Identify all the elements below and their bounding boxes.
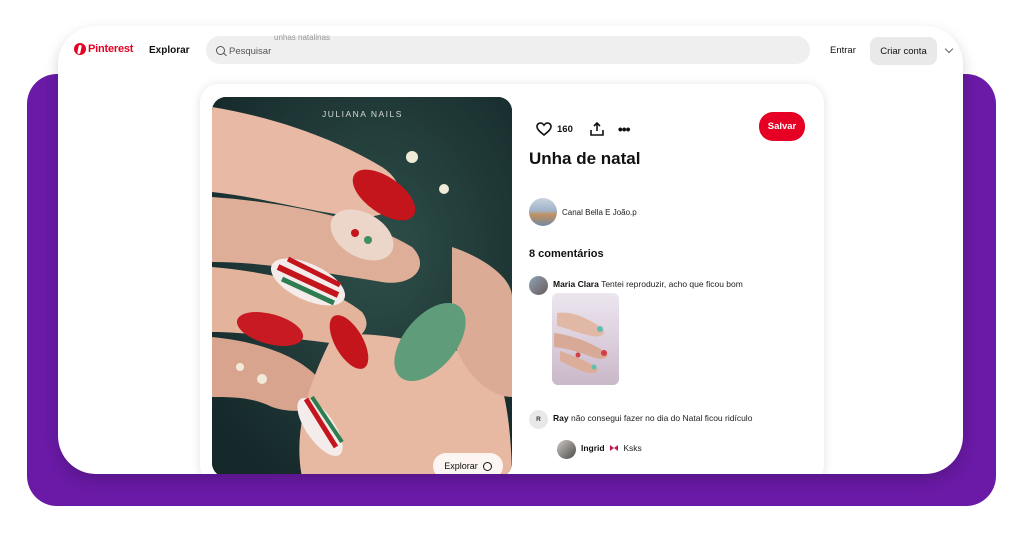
pin-image[interactable]: JULIANA NAILS Explorar [212, 97, 512, 474]
chevron-down-icon[interactable] [944, 44, 954, 54]
nav-explore-link[interactable]: Explorar [149, 45, 190, 56]
author-avatar[interactable] [529, 198, 557, 226]
comment-body: Ksks [623, 443, 642, 453]
signup-button[interactable]: Criar conta [870, 37, 937, 65]
more-icon[interactable]: ••• [618, 122, 631, 136]
pin-author[interactable]: Canal Bella E João.p [529, 198, 637, 226]
share-icon[interactable] [589, 121, 605, 137]
browser-window: Pinterest Explorar unhas natalinas Pesqu… [58, 26, 963, 474]
comment-photo[interactable] [552, 293, 619, 385]
login-button[interactable]: Entrar [830, 45, 856, 56]
image-watermark: JULIANA NAILS [322, 109, 403, 119]
save-button[interactable]: Salvar [759, 112, 805, 141]
author-name[interactable]: Canal Bella E João.p [562, 208, 637, 217]
pinterest-logo-icon [74, 43, 86, 55]
butterfly-icon [609, 445, 618, 451]
search-bar[interactable]: unhas natalinas Pesquisar [206, 33, 810, 64]
commenter-avatar[interactable] [557, 440, 576, 459]
comment-text: Ray não consegui fazer no dia do Natal f… [553, 413, 752, 423]
pin-title: Unha de natal [529, 149, 641, 168]
search-icon [216, 46, 225, 55]
pin-card: JULIANA NAILS Explorar 160 ••• Salvar Un… [200, 84, 824, 474]
brand-name: Pinterest [88, 43, 134, 55]
commenter-name[interactable]: Maria Clara [553, 279, 599, 289]
comment-item: R Ray não consegui fazer no dia do Natal… [529, 410, 752, 429]
comments-heading[interactable]: 8 comentários [529, 248, 604, 260]
commenter-name[interactable]: Ray [553, 413, 569, 423]
comment-text: Ingrid Ksks [581, 443, 642, 453]
comment-body: não consegui fazer no dia do Natal ficou… [570, 413, 753, 423]
comment-body: Tentei reproduzir, acho que ficou bom [601, 279, 743, 289]
comment-text: Maria Clara Tentei reproduzir, acho que … [553, 279, 743, 289]
commenter-avatar[interactable] [529, 276, 548, 295]
heart-icon[interactable] [536, 122, 552, 136]
pinterest-logo[interactable]: Pinterest [74, 43, 133, 55]
commenter-name[interactable]: Ingrid [581, 443, 605, 453]
image-explore-label: Explorar [444, 461, 478, 471]
likes-count: 160 [557, 123, 573, 135]
image-explore-button[interactable]: Explorar [433, 453, 503, 474]
pin-actions: 160 ••• [536, 121, 631, 137]
nails-photo-illustration [212, 97, 512, 474]
lens-icon [482, 461, 492, 471]
commenter-avatar[interactable]: R [529, 410, 548, 429]
top-navigation: Pinterest Explorar unhas natalinas Pesqu… [58, 26, 963, 78]
reply-item: Ingrid Ksks [557, 440, 642, 459]
comment-photo-illustration [554, 312, 608, 374]
search-input[interactable]: Pesquisar [229, 46, 271, 57]
search-ghost-text: unhas natalinas [274, 33, 331, 42]
